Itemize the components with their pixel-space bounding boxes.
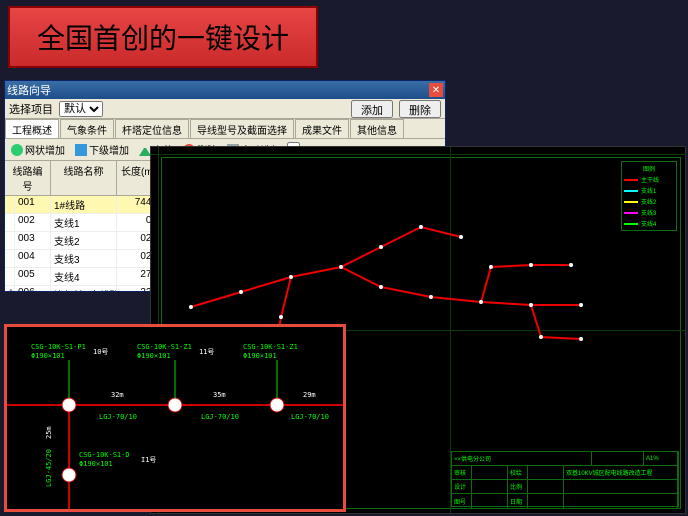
legend-item: 支线1 [624, 186, 674, 195]
ruler-top [151, 147, 685, 155]
legend-item: 主干线 [624, 175, 674, 184]
plus-icon [11, 144, 23, 156]
legend-box: 图例 主干线支线1支线2支线3支线4 [621, 161, 677, 231]
tab-overview[interactable]: 工程概述 [5, 119, 59, 138]
col-route-name: 线路名称 [51, 161, 117, 195]
dialog-titlebar[interactable]: 线路向导 ✕ [5, 81, 445, 99]
delete-project-button[interactable]: 删除 [399, 100, 441, 118]
dialog-title: 线路向导 [7, 82, 51, 98]
svg-text:CSG-10K-S1-D: CSG-10K-S1-D [79, 451, 130, 459]
tab-tower-pos[interactable]: 杆塔定位信息 [115, 119, 189, 138]
table-row[interactable]: 003支线2027 [5, 232, 164, 250]
svg-text:LGJ-70/10: LGJ-70/10 [99, 413, 137, 421]
svg-text:29m: 29m [303, 391, 316, 399]
svg-text:LGJ-70/10: LGJ-70/10 [291, 413, 329, 421]
tab-weather[interactable]: 气象条件 [60, 119, 114, 138]
headline-banner: 全国首创的一键设计 [8, 6, 318, 68]
svg-text:CSG-10K-S1-P1: CSG-10K-S1-P1 [31, 343, 86, 351]
legend-item: 支线4 [624, 219, 674, 228]
project-select[interactable]: 默认 [59, 101, 103, 117]
svg-text:Φ190×101: Φ190×101 [79, 460, 113, 468]
svg-text:11号: 11号 [199, 348, 214, 356]
plus-icon [75, 144, 87, 156]
table-row[interactable]: 0011#线路7440 [5, 196, 164, 214]
tab-other[interactable]: 其他信息 [350, 119, 404, 138]
net-add-button[interactable]: 网状增加 [7, 141, 69, 158]
table-row[interactable]: +006连杆镇1支线路324 [5, 286, 164, 291]
detail-inset: CSG-10K-S1-P1 Φ190×101 10号 CSG-10K-S1-Z1… [4, 324, 346, 512]
svg-text:Φ190×101: Φ190×101 [243, 352, 277, 360]
select-label: 选择项目 [9, 101, 53, 117]
svg-text:35m: 35m [213, 391, 226, 399]
tab-strip: 工程概述 气象条件 杆塔定位信息 导线型号及截面选择 成果文件 其他信息 [5, 119, 445, 139]
svg-text:LGJ-70/10: LGJ-70/10 [201, 413, 239, 421]
svg-text:LGJ-45/20: LGJ-45/20 [45, 449, 53, 487]
svg-text:25m: 25m [45, 426, 53, 439]
table-row[interactable]: 005支线4271 [5, 268, 164, 286]
table-row[interactable]: 004支线3027 [5, 250, 164, 268]
add-project-button[interactable]: 添加 [351, 100, 393, 118]
tab-conductor[interactable]: 导线型号及截面选择 [190, 119, 294, 138]
svg-text:10号: 10号 [93, 348, 108, 356]
legend-item: 支线3 [624, 208, 674, 217]
table-row[interactable]: 002支线100 [5, 214, 164, 232]
svg-text:CSG-10K-S1-Z1: CSG-10K-S1-Z1 [243, 343, 298, 351]
col-route-id: 线路编号 [5, 161, 51, 195]
tab-results[interactable]: 成果文件 [295, 119, 349, 138]
svg-text:32m: 32m [111, 391, 124, 399]
close-icon[interactable]: ✕ [429, 83, 443, 97]
svg-text:CSG-10K-S1-Z1: CSG-10K-S1-Z1 [137, 343, 192, 351]
svg-text:I1号: I1号 [141, 456, 156, 464]
svg-text:Φ190×101: Φ190×101 [31, 352, 65, 360]
legend-item: 支线2 [624, 197, 674, 206]
svg-text:Φ190×101: Φ190×101 [137, 352, 171, 360]
sub-add-button[interactable]: 下级增加 [71, 141, 133, 158]
project-select-row: 选择项目 默认 添加 删除 [5, 99, 445, 119]
route-list-grid[interactable]: 线路编号 线路名称 长度(m) 0011#线路7440002支线100003支线… [5, 161, 165, 291]
title-block: ××供电分公司A1% 审核校绘双基10KV城区配电线路改造工程 设计比例 图号日… [451, 451, 679, 507]
